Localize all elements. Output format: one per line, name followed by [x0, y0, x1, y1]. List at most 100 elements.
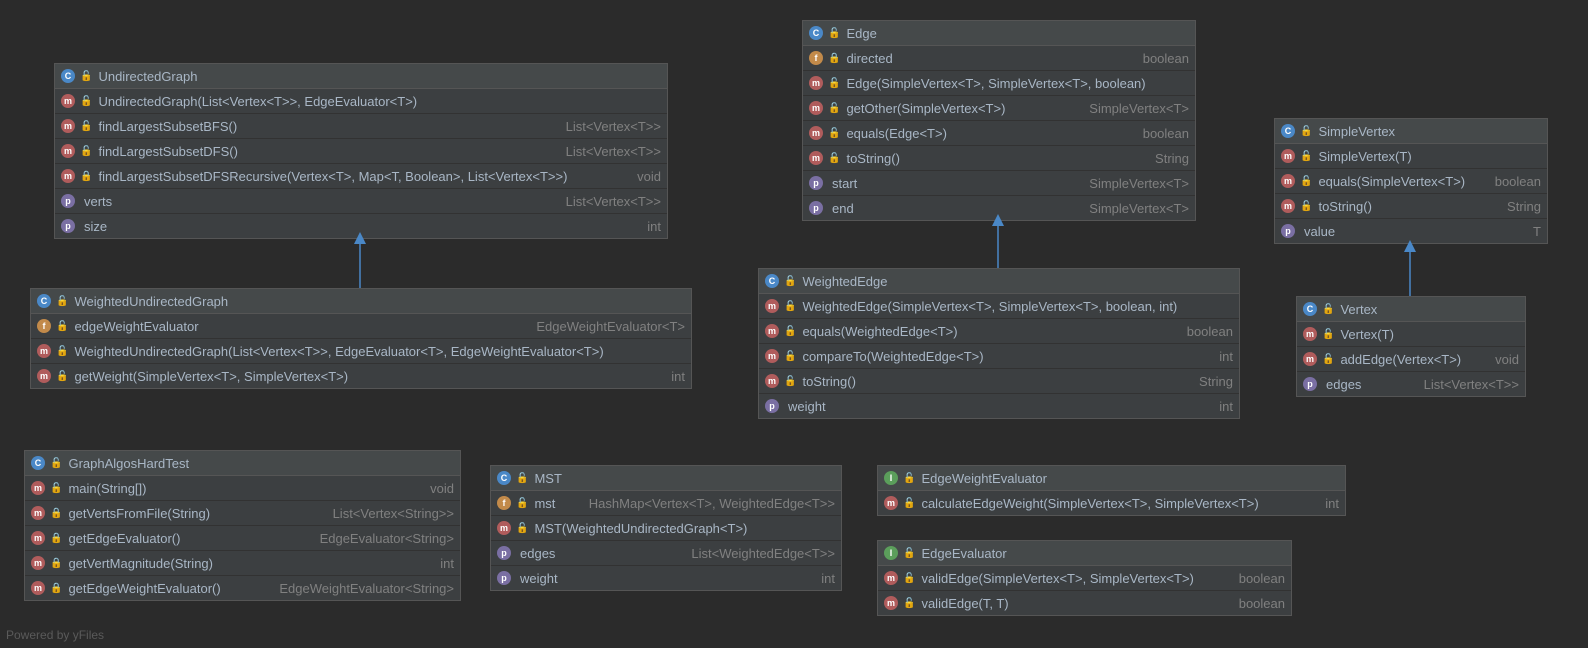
member-row[interactable]: m🔓findLargestSubsetDFS()List<Vertex<T>> [55, 139, 667, 164]
member-row[interactable]: m🔓Edge(SimpleVertex<T>, SimpleVertex<T>,… [803, 71, 1195, 96]
member-name: calculateEdgeWeight(SimpleVertex<T>, Sim… [921, 496, 1258, 511]
class-name: WeightedEdge [802, 274, 887, 289]
member-row[interactable]: m🔓toString()String [803, 146, 1195, 171]
member-type: boolean [1143, 51, 1189, 66]
class-GraphAlgosHardTest[interactable]: C🔓GraphAlgosHardTest m🔓main(String[])voi… [24, 450, 461, 601]
member-type: HashMap<Vertex<T>, WeightedEdge<T>> [589, 496, 835, 511]
member-type: int [1325, 496, 1339, 511]
lock-icon: 🔒 [50, 583, 62, 594]
class-name: UndirectedGraph [98, 69, 197, 84]
member-row[interactable]: pstartSimpleVertex<T> [803, 171, 1195, 196]
member-type: SimpleVertex<T> [1089, 201, 1189, 216]
member-type: SimpleVertex<T> [1089, 101, 1189, 116]
member-row[interactable]: psizeint [55, 214, 667, 238]
lock-icon: 🔓 [80, 121, 92, 132]
member-row[interactable]: pedgesList<WeightedEdge<T>> [491, 541, 841, 566]
member-name: end [832, 201, 854, 216]
class-UndirectedGraph[interactable]: C🔓UndirectedGraph m🔓UndirectedGraph(List… [54, 63, 668, 239]
member-row[interactable]: f🔓edgeWeightEvaluatorEdgeWeightEvaluator… [31, 314, 691, 339]
member-type: List<Vertex<String>> [333, 506, 454, 521]
member-type-icon: m [765, 374, 779, 388]
interface-EdgeWeightEvaluator[interactable]: I🔓EdgeWeightEvaluator m🔓calculateEdgeWei… [877, 465, 1346, 516]
member-row[interactable]: f🔓mstHashMap<Vertex<T>, WeightedEdge<T>> [491, 491, 841, 516]
class-WeightedEdge[interactable]: C🔓WeightedEdge m🔓WeightedEdge(SimpleVert… [758, 268, 1240, 419]
member-name: getEdgeWeightEvaluator() [68, 581, 220, 596]
member-type-icon: m [884, 496, 898, 510]
class-name: MST [534, 471, 561, 486]
member-type: int [440, 556, 454, 571]
member-row[interactable]: m🔓SimpleVertex(T) [1275, 144, 1547, 169]
footer-text: Powered by yFiles [6, 628, 104, 642]
member-row[interactable]: m🔒getEdgeEvaluator()EdgeEvaluator<String… [25, 526, 460, 551]
member-name: size [84, 219, 107, 234]
class-SimpleVertex[interactable]: C🔓SimpleVertex m🔓SimpleVertex(T)m🔓equals… [1274, 118, 1548, 244]
member-name: findLargestSubsetBFS() [98, 119, 237, 134]
member-row[interactable]: m🔓getWeight(SimpleVertex<T>, SimpleVerte… [31, 364, 691, 388]
member-row[interactable]: m🔓WeightedUndirectedGraph(List<Vertex<T>… [31, 339, 691, 364]
class-name: Edge [846, 26, 876, 41]
member-type-icon: m [1281, 174, 1295, 188]
member-row[interactable]: pweightint [759, 394, 1239, 418]
interface-icon: I [884, 471, 898, 485]
member-row[interactable]: f🔒directedboolean [803, 46, 1195, 71]
member-row[interactable]: m🔓equals(SimpleVertex<T>)boolean [1275, 169, 1547, 194]
member-row[interactable]: m🔓equals(Edge<T>)boolean [803, 121, 1195, 146]
class-body: m🔓main(String[])voidm🔒getVertsFromFile(S… [25, 476, 460, 600]
class-Edge[interactable]: C🔓Edge f🔒directedbooleanm🔓Edge(SimpleVer… [802, 20, 1196, 221]
member-row[interactable]: m🔓validEdge(SimpleVertex<T>, SimpleVerte… [878, 566, 1291, 591]
member-type-icon: m [884, 571, 898, 585]
member-row[interactable]: m🔒findLargestSubsetDFSRecursive(Vertex<T… [55, 164, 667, 189]
lock-icon: 🔓 [50, 458, 62, 469]
member-type: List<Vertex<T>> [566, 144, 661, 159]
member-name: compareTo(WeightedEdge<T>) [802, 349, 983, 364]
interface-EdgeEvaluator[interactable]: I🔓EdgeEvaluator m🔓validEdge(SimpleVertex… [877, 540, 1292, 616]
member-row[interactable]: m🔒getVertsFromFile(String)List<Vertex<St… [25, 501, 460, 526]
member-row[interactable]: pedgesList<Vertex<T>> [1297, 372, 1525, 396]
member-type-icon: m [31, 531, 45, 545]
member-type: String [1155, 151, 1189, 166]
member-row[interactable]: pend SimpleVertex<T> [803, 196, 1195, 220]
arrow-WeightedEdge-to-Edge [988, 214, 1008, 270]
member-type: boolean [1495, 174, 1541, 189]
member-name: UndirectedGraph(List<Vertex<T>>, EdgeEva… [98, 94, 417, 109]
member-row[interactable]: m🔓WeightedEdge(SimpleVertex<T>, SimpleVe… [759, 294, 1239, 319]
lock-icon: 🔒 [50, 533, 62, 544]
member-row[interactable]: m🔒getVertMagnitude(String)int [25, 551, 460, 576]
member-type: int [1219, 399, 1233, 414]
member-name: MST(WeightedUndirectedGraph<T>) [534, 521, 747, 536]
member-row[interactable]: m🔓findLargestSubsetBFS()List<Vertex<T>> [55, 114, 667, 139]
member-name: getWeight(SimpleVertex<T>, SimpleVertex<… [74, 369, 348, 384]
member-row[interactable]: m🔒getEdgeWeightEvaluator()EdgeWeightEval… [25, 576, 460, 600]
lock-icon: 🔓 [516, 498, 528, 509]
member-row[interactable]: m🔓toString()String [759, 369, 1239, 394]
member-row[interactable]: m🔓addEdge(Vertex<T>)void [1297, 347, 1525, 372]
member-type: List<Vertex<T>> [566, 119, 661, 134]
member-type: int [1219, 349, 1233, 364]
member-row[interactable]: pvalueT [1275, 219, 1547, 243]
lock-icon: 🔓 [784, 351, 796, 362]
lock-icon: 🔓 [50, 483, 62, 494]
class-icon: C [1303, 302, 1317, 316]
member-name: SimpleVertex(T) [1318, 149, 1411, 164]
member-row[interactable]: m🔓getOther(SimpleVertex<T>)SimpleVertex<… [803, 96, 1195, 121]
class-MST[interactable]: C🔓MST f🔓mstHashMap<Vertex<T>, WeightedEd… [490, 465, 842, 591]
member-type-icon: m [31, 581, 45, 595]
member-row[interactable]: m🔓Vertex(T) [1297, 322, 1525, 347]
class-WeightedUndirectedGraph[interactable]: C🔓WeightedUndirectedGraph f🔓edgeWeightEv… [30, 288, 692, 389]
member-row[interactable]: m🔓equals(WeightedEdge<T>)boolean [759, 319, 1239, 344]
member-row[interactable]: m🔓calculateEdgeWeight(SimpleVertex<T>, S… [878, 491, 1345, 515]
member-type-icon: p [809, 201, 823, 215]
lock-icon: 🔓 [784, 276, 796, 287]
member-row[interactable]: m🔓validEdge(T, T)boolean [878, 591, 1291, 615]
member-name: getVertsFromFile(String) [68, 506, 210, 521]
member-row[interactable]: m🔓toString()String [1275, 194, 1547, 219]
member-row[interactable]: m🔓main(String[])void [25, 476, 460, 501]
class-Vertex[interactable]: C🔓Vertex m🔓Vertex(T)m🔓addEdge(Vertex<T>)… [1296, 296, 1526, 397]
member-row[interactable]: pweightint [491, 566, 841, 590]
member-row[interactable]: m🔓compareTo(WeightedEdge<T>)int [759, 344, 1239, 369]
member-row[interactable]: pvertsList<Vertex<T>> [55, 189, 667, 214]
member-row[interactable]: m🔓UndirectedGraph(List<Vertex<T>>, EdgeE… [55, 89, 667, 114]
member-type: List<Vertex<T>> [1424, 377, 1519, 392]
member-row[interactable]: m🔓MST(WeightedUndirectedGraph<T>) [491, 516, 841, 541]
member-type-icon: p [61, 219, 75, 233]
